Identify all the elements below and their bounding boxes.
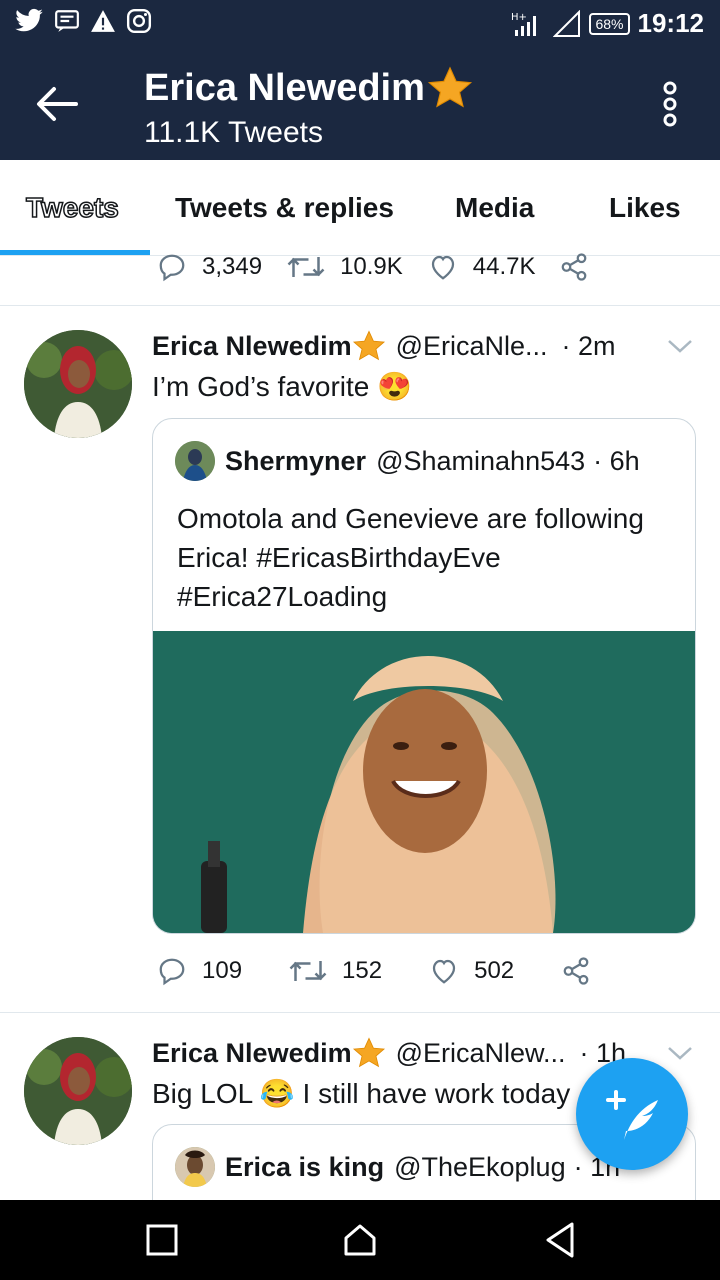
reply-button[interactable]: 3,349 xyxy=(156,252,262,282)
author-name[interactable]: Erica Nlewedim xyxy=(152,1038,352,1069)
prev-tweet-actions: 3,349 10.9K 44.7K xyxy=(156,252,590,282)
compose-tweet-button[interactable] xyxy=(576,1058,688,1170)
signal-icon: H+ xyxy=(511,12,537,36)
reply-button[interactable]: 109 xyxy=(156,956,242,986)
like-button[interactable]: 44.7K xyxy=(427,252,536,282)
tweet-header: Erica Nlewedim @EricaNle... · 2m xyxy=(152,330,616,362)
quoted-author-name: Erica is king xyxy=(225,1151,385,1182)
retweet-count: 152 xyxy=(342,957,383,984)
divider xyxy=(0,1012,720,1013)
reply-count: 109 xyxy=(202,957,243,984)
author-handle[interactable]: @EricaNlew... xyxy=(396,1038,566,1069)
chevron-down-icon[interactable] xyxy=(666,336,694,356)
quoted-author-handle: @Shaminahn543 xyxy=(376,445,586,476)
retweet-icon xyxy=(287,257,325,277)
profile-name: Erica Nlewedim xyxy=(144,66,473,110)
status-indicators: H+ 68% 19:12 xyxy=(511,8,704,39)
tab-tweets-and-replies[interactable]: Tweets & replies xyxy=(175,192,394,224)
tweet-header: Erica Nlewedim @EricaNlew... · 1h xyxy=(152,1037,626,1069)
retweet-icon xyxy=(289,961,327,981)
svg-text:H+: H+ xyxy=(511,12,527,23)
avatar-image xyxy=(24,1037,132,1145)
star-icon xyxy=(352,330,385,361)
profile-name-text: Erica Nlewedim xyxy=(144,66,425,109)
tab-tweets[interactable]: Tweets xyxy=(25,191,119,224)
retweet-button[interactable]: 152 xyxy=(288,956,382,986)
quoted-author-name: Shermyner xyxy=(225,445,367,476)
like-count: 44.7K xyxy=(472,253,536,280)
notification-icons xyxy=(14,8,152,34)
tab-likes[interactable]: Likes xyxy=(609,192,681,224)
instagram-icon xyxy=(126,8,152,34)
retweet-button[interactable]: 10.9K xyxy=(286,252,403,282)
author-handle[interactable]: @EricaNle... xyxy=(396,331,548,362)
quoted-tweet-header: Shermyner @Shaminahn543 · 6h xyxy=(175,441,640,481)
status-bar: H+ 68% 19:12 xyxy=(0,0,720,50)
quoted-avatar xyxy=(175,1147,215,1187)
share-icon[interactable] xyxy=(558,252,590,282)
tweet-text: I’m God’s favorite 😍 xyxy=(152,371,412,402)
heart-icon xyxy=(432,959,456,984)
home-icon[interactable] xyxy=(340,1220,380,1260)
system-nav-bar xyxy=(0,1200,720,1280)
avatar[interactable] xyxy=(24,1037,132,1145)
share-icon[interactable] xyxy=(560,956,592,986)
active-tab-indicator xyxy=(0,250,150,255)
profile-tabs: Tweets Tweets & replies Media Likes xyxy=(0,160,720,256)
compose-feather-icon xyxy=(606,1090,658,1140)
clock: 19:12 xyxy=(637,8,705,38)
back-triangle-icon[interactable] xyxy=(540,1220,580,1260)
avatar-image xyxy=(24,330,132,438)
twitter-icon xyxy=(15,8,43,32)
like-count: 502 xyxy=(474,957,515,984)
tweet-text: Big LOL 😂 I still have work today xyxy=(152,1078,571,1109)
warning-icon xyxy=(91,10,115,32)
tweet-count: 11.1K Tweets xyxy=(144,116,324,149)
quoted-author-handle: @TheEkoplug xyxy=(394,1151,566,1182)
quoted-tweet-header: Erica is king @TheEkoplug · 1h xyxy=(175,1147,620,1187)
woman-smiling-photo xyxy=(153,631,695,933)
quoted-tweet-time: · 6h xyxy=(593,445,640,476)
message-icon xyxy=(55,10,79,32)
divider xyxy=(0,305,720,306)
recent-apps-icon[interactable] xyxy=(142,1220,182,1260)
star-icon xyxy=(352,1037,385,1068)
reply-icon xyxy=(159,958,185,986)
quoted-tweet[interactable]: Shermyner @Shaminahn543 · 6h Omotola and… xyxy=(152,418,696,934)
signal-strength-icon xyxy=(553,9,581,37)
avatar[interactable] xyxy=(24,330,132,438)
back-arrow-icon[interactable] xyxy=(32,84,80,124)
quoted-avatar xyxy=(175,441,215,481)
reply-icon xyxy=(159,254,185,282)
heart-icon xyxy=(431,255,454,280)
tweet-time: · 2m xyxy=(561,330,616,361)
retweet-count: 10.9K xyxy=(340,253,403,280)
tweet-actions: 109 152 502 xyxy=(156,956,592,986)
quoted-tweet-image[interactable] xyxy=(153,631,695,933)
like-button[interactable]: 502 xyxy=(428,956,514,986)
profile-header: Erica Nlewedim 11.1K Tweets xyxy=(0,50,720,160)
reply-count: 3,349 xyxy=(202,253,263,280)
battery-indicator: 68% xyxy=(589,12,630,35)
author-name[interactable]: Erica Nlewedim xyxy=(152,331,352,362)
more-options-icon[interactable] xyxy=(658,80,682,128)
quoted-tweet-text: Omotola and Genevieve are following Eric… xyxy=(177,503,644,612)
tab-media[interactable]: Media xyxy=(455,192,534,224)
star-icon xyxy=(427,66,472,108)
